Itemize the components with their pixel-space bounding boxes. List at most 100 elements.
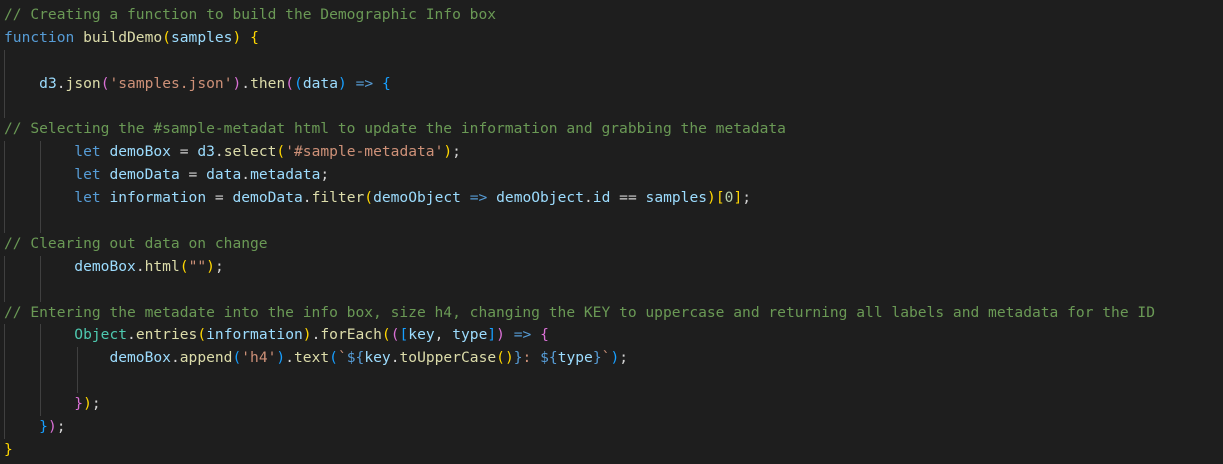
code-line[interactable]: [0, 49, 1223, 73]
code-token: ==: [610, 189, 646, 207]
code-token: .: [241, 74, 251, 92]
code-token: forEach: [320, 326, 382, 344]
code-token: d3: [197, 143, 215, 161]
code-line[interactable]: demoBox.append('h4').text(`${key.toUpper…: [0, 347, 1223, 371]
code-token: .: [241, 166, 251, 184]
code-token: then: [250, 74, 286, 92]
indent-guide: [40, 210, 41, 233]
code-token: information: [109, 189, 207, 207]
code-token: metadata: [250, 166, 321, 184]
code-line[interactable]: function buildDemo(samples) {: [0, 27, 1223, 50]
code-token: d3: [39, 74, 57, 92]
code-token: =>: [469, 189, 488, 207]
code-token: // Selecting the #sample-metadat html to…: [4, 120, 786, 138]
indent-guide: [40, 164, 41, 188]
code-token: demoBox: [74, 257, 136, 275]
indent-guide: [77, 347, 78, 371]
code-token: (: [179, 257, 189, 275]
code-token: .: [390, 349, 400, 367]
code-line[interactable]: // Selecting the #sample-metadat html to…: [0, 118, 1223, 141]
indent-guide: [40, 187, 41, 211]
code-token: .: [127, 326, 136, 344]
code-token: (: [294, 74, 303, 92]
indent-guide: [40, 393, 41, 417]
code-line[interactable]: d3.json('samples.json').then((data) => {: [0, 72, 1223, 96]
indent-guide: [40, 278, 41, 302]
code-line[interactable]: [0, 370, 1223, 394]
code-token: toUpperCase: [399, 349, 497, 367]
indent-guide: [4, 347, 5, 371]
code-token: ): [232, 74, 242, 92]
code-token: }: [592, 349, 602, 367]
code-token: '#sample-metadata': [285, 143, 444, 161]
code-token: ;: [214, 257, 224, 275]
indent-guide: [77, 370, 78, 394]
code-token: }: [74, 395, 84, 413]
code-line[interactable]: [0, 278, 1223, 302]
code-token: .: [135, 257, 145, 275]
code-token: samples: [170, 28, 233, 46]
code-token: ): [338, 74, 347, 92]
code-token: }: [513, 349, 523, 367]
code-line[interactable]: let demoBox = d3.select('#sample-metadat…: [0, 141, 1223, 165]
code-line[interactable]: demoBox.html("");: [0, 255, 1223, 279]
code-token: 'samples.json': [109, 74, 233, 92]
indent-guide: [4, 210, 5, 233]
indent-guide: [4, 393, 5, 417]
code-line[interactable]: });: [0, 416, 1223, 439]
code-line[interactable]: // Creating a function to build the Demo…: [0, 4, 1223, 27]
code-token: // Clearing out data on change: [4, 234, 268, 252]
code-token: ]: [487, 326, 497, 344]
code-line[interactable]: });: [0, 393, 1223, 417]
indent-guide: [4, 72, 5, 96]
code-token: type: [557, 349, 593, 367]
code-editor[interactable]: // Creating a function to build the Demo…: [0, 0, 1223, 464]
code-token: .: [285, 349, 295, 367]
code-token: function: [4, 28, 75, 46]
code-token: .: [170, 349, 180, 367]
code-token: html: [144, 257, 180, 275]
code-token: ,: [434, 326, 453, 344]
code-token: [: [715, 189, 725, 207]
code-token: [: [399, 326, 409, 344]
code-line[interactable]: }: [0, 439, 1223, 462]
code-token: ${: [540, 349, 558, 367]
code-line[interactable]: // Entering the metadate into the info b…: [0, 302, 1223, 325]
code-token: ): [443, 143, 453, 161]
code-token: `: [337, 349, 347, 367]
code-line[interactable]: Object.entries(information).forEach(([ke…: [0, 324, 1223, 348]
code-token: .: [214, 143, 224, 161]
code-token: (: [329, 349, 338, 367]
code-line[interactable]: let demoData = data.metadata;: [0, 164, 1223, 188]
code-token: // Creating a function to build the Demo…: [4, 6, 497, 23]
indent-guide: [40, 141, 41, 165]
code-token: (: [364, 189, 374, 207]
code-token: json: [65, 74, 101, 92]
code-line[interactable]: let information = demoData.filter(demoOb…: [0, 187, 1223, 211]
code-token: type: [452, 326, 488, 344]
code-line[interactable]: [0, 210, 1223, 233]
indent-guide: [4, 416, 5, 439]
code-token: append: [179, 349, 233, 367]
code-token: (: [232, 349, 242, 367]
indent-guide: [40, 255, 41, 279]
code-token: ): [707, 189, 716, 207]
code-line[interactable]: [0, 95, 1223, 119]
code-token: demoBox: [109, 349, 171, 367]
code-token: text: [294, 349, 330, 367]
code-token: ): [83, 395, 92, 413]
code-line[interactable]: // Clearing out data on change: [0, 233, 1223, 256]
code-token: {: [250, 28, 259, 46]
code-token: samples: [645, 189, 708, 207]
code-token: let: [74, 166, 101, 184]
code-token: demoData: [109, 166, 180, 184]
indent-guide: [4, 164, 5, 188]
